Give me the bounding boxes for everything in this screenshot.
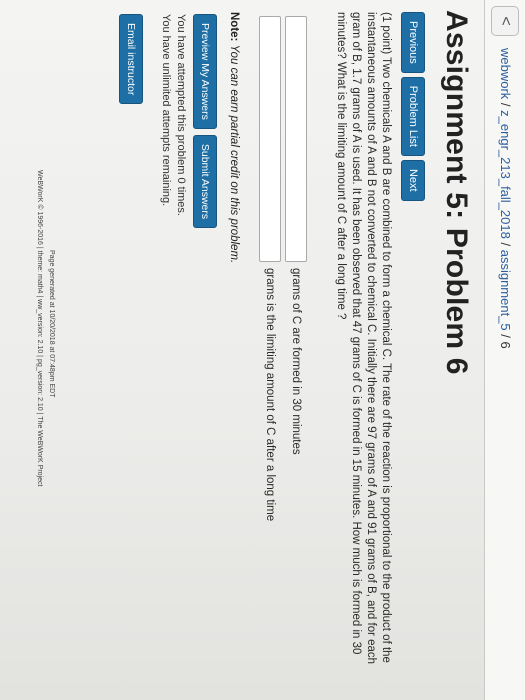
problem-text: (1 point) Two chemicals A and B are comb…	[335, 12, 392, 665]
breadcrumb-bar: < webwork / z_engr_213_fall_2018 / assig…	[484, 0, 525, 700]
breadcrumb-item-problem: 6	[498, 341, 513, 349]
page-title: Assignment 5: Problem 6	[440, 10, 473, 375]
problem-navigation: Previous Problem List Next	[401, 12, 425, 201]
answer-row-1: grams of C are formed in 30 minutes	[285, 16, 307, 616]
problem-list-button[interactable]: Problem List	[401, 76, 425, 156]
answer-label-2: grams is the limiting amount of C after …	[264, 268, 276, 522]
answer-input-1[interactable]	[285, 16, 307, 262]
breadcrumb: webwork / z_engr_213_fall_2018 / assignm…	[498, 48, 513, 349]
chevron-left-icon: <	[497, 16, 514, 26]
back-button[interactable]: <	[491, 6, 519, 36]
answer-label-1: grams of C are formed in 30 minutes	[290, 268, 302, 455]
partial-credit-note: Note: You can earn partial credit on thi…	[228, 12, 240, 263]
answer-row-2: grams is the limiting amount of C after …	[259, 16, 281, 616]
breadcrumb-separator: /	[498, 242, 513, 247]
previous-button[interactable]: Previous	[401, 12, 425, 73]
breadcrumb-separator: /	[498, 334, 513, 338]
breadcrumb-item-webwork[interactable]: webwork	[498, 48, 513, 99]
webwork-screen: < webwork / z_engr_213_fall_2018 / assig…	[0, 0, 525, 700]
preview-answers-button[interactable]: Preview My Answers	[193, 14, 217, 129]
note-text: You can earn partial credit on this prob…	[228, 44, 240, 264]
next-button[interactable]: Next	[401, 159, 425, 201]
breadcrumb-separator: /	[498, 102, 513, 107]
breadcrumb-item-assignment[interactable]: assignment_5	[498, 250, 513, 331]
attempts-status: You have attempted this problem 0 times.	[175, 14, 187, 216]
answer-actions: Preview My Answers Submit Answers	[193, 14, 217, 229]
footer-generated: Page generated at 10/20/2018 at 07:48pm …	[48, 250, 55, 398]
submit-answers-button[interactable]: Submit Answers	[193, 134, 217, 229]
email-instructor-button[interactable]: Email instructor	[119, 14, 143, 105]
answer-input-2[interactable]	[259, 16, 281, 262]
footer-credits: WeBWorK © 1996-2016 | theme: math4 | ww_…	[36, 170, 43, 487]
breadcrumb-item-course[interactable]: z_engr_213_fall_2018	[498, 110, 513, 239]
note-prefix: Note:	[228, 12, 240, 42]
remaining-status: You have unlimited attempts remaining.	[160, 14, 172, 207]
